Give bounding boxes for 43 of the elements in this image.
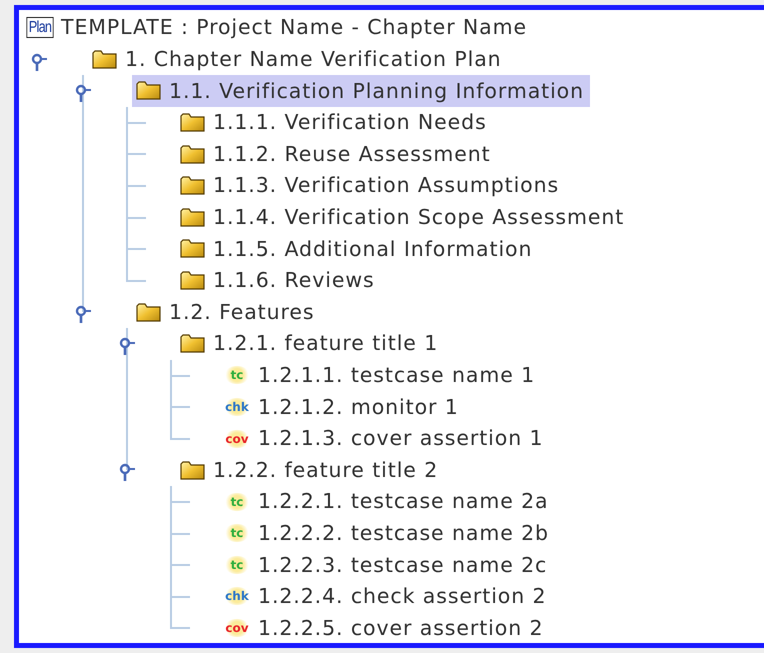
tree-item[interactable]: Plan TEMPLATE : Project Name - Chapter Name — [21, 12, 534, 44]
type-tag: tc — [224, 492, 250, 511]
tree-item[interactable]: 1.1.1. Verification Needs — [176, 106, 493, 138]
folder-icon — [180, 144, 205, 164]
tree-item[interactable]: 1.1.3. Verification Assumptions — [176, 170, 566, 202]
folder-icon — [180, 239, 205, 258]
folder-icon — [92, 50, 117, 69]
tree-item[interactable]: 1.2. Features — [132, 296, 320, 328]
expanded-toggle-icon[interactable] — [75, 82, 91, 102]
tree-item[interactable]: tc 1.2.1.1. testcase name 1 — [220, 360, 542, 392]
tree-item[interactable]: 1.1.2. Reuse Assessment — [176, 138, 497, 170]
plan-tag: Plan — [26, 17, 54, 38]
tree-item[interactable]: 1. Chapter Name Verification Plan — [88, 44, 508, 76]
tree-item[interactable]: chk 1.2.1.2. monitor 1 — [220, 391, 465, 423]
tree-item[interactable]: tc 1.2.2.2. testcase name 2b — [220, 518, 555, 550]
tree-item[interactable]: 1.1.4. Verification Scope Assessment — [176, 202, 630, 234]
expanded-toggle-icon[interactable] — [119, 461, 135, 482]
type-tag: tc — [224, 366, 250, 384]
folder-icon — [180, 176, 205, 196]
expanded-toggle-icon[interactable] — [75, 303, 91, 324]
tree-item[interactable]: 1.1. Verification Planning Information — [132, 75, 590, 107]
folder-icon — [180, 334, 205, 354]
folder-icon — [136, 81, 161, 100]
tree-item[interactable]: cov 1.2.2.5. cover assertion 2 — [220, 612, 550, 644]
tree-item[interactable]: 1.1.5. Additional Information — [176, 233, 538, 265]
tree-item[interactable]: tc 1.2.2.3. testcase name 2c — [220, 549, 554, 581]
type-tag: cov — [224, 619, 250, 638]
tree-item[interactable]: chk 1.2.2.4. check assertion 2 — [220, 580, 552, 612]
folder-icon — [180, 208, 205, 227]
tree-item[interactable]: 1.2.1. feature title 1 — [176, 328, 444, 360]
type-tag: chk — [224, 587, 250, 606]
tree-item[interactable]: cov 1.2.1.3. cover assertion 1 — [220, 422, 550, 454]
type-tag: cov — [224, 430, 250, 448]
folder-icon — [180, 271, 205, 290]
type-tag: chk — [224, 398, 250, 416]
type-tag: tc — [224, 524, 250, 542]
tree-item[interactable]: 1.2.2. feature title 2 — [176, 454, 444, 486]
tree-item[interactable]: tc 1.2.2.1. testcase name 2a — [220, 486, 555, 518]
folder-icon — [180, 460, 205, 480]
type-tag: tc — [224, 556, 250, 574]
folder-icon — [180, 113, 205, 132]
tree-item[interactable]: 1.1.6. Reviews — [176, 264, 381, 296]
folder-icon — [136, 302, 161, 322]
